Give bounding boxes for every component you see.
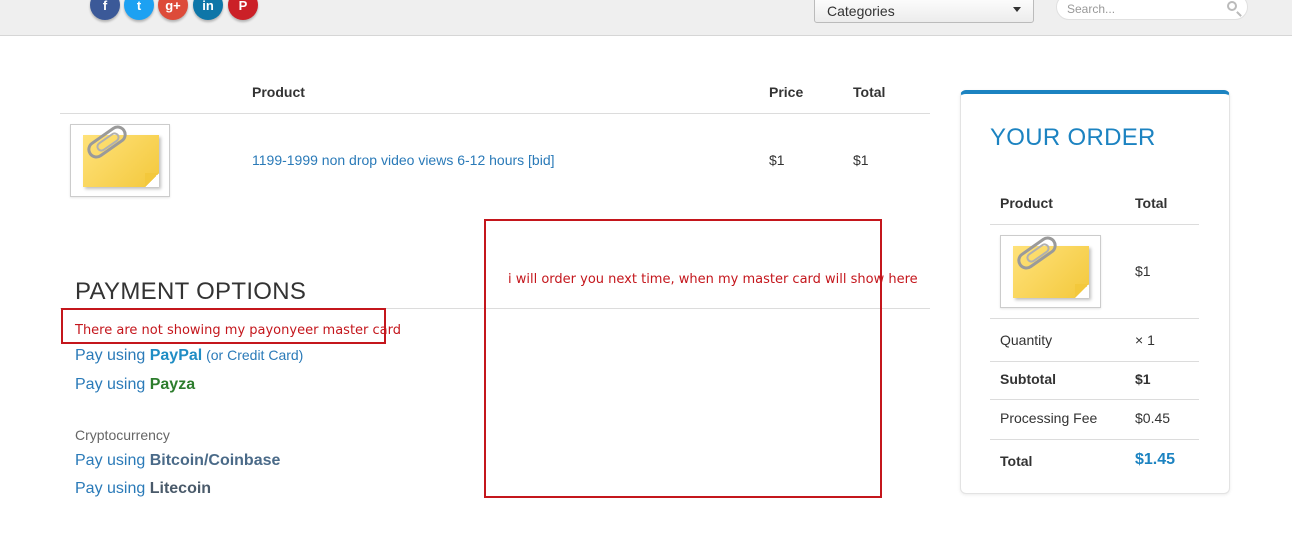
table-divider xyxy=(60,113,930,114)
order-col-total: Total xyxy=(1135,195,1168,211)
order-divider xyxy=(990,439,1199,440)
search-input[interactable]: Search... xyxy=(1056,0,1248,20)
quantity-value: × 1 xyxy=(1135,332,1155,348)
annotation-text-right: i will order you next time, when my mast… xyxy=(508,272,918,287)
credit-card-note: (or Credit Card) xyxy=(202,347,304,363)
total-label: Total xyxy=(1000,453,1033,469)
processing-fee-value: $0.45 xyxy=(1135,410,1171,426)
item-total: $1 xyxy=(853,152,869,168)
column-header-product: Product xyxy=(252,84,305,100)
chevron-down-icon xyxy=(1013,7,1021,12)
categories-dropdown[interactable]: Categories xyxy=(814,0,1034,23)
product-link[interactable]: 1199-1999 non drop video views 6-12 hour… xyxy=(252,152,555,168)
pay-litecoin-link[interactable]: Pay using Litecoin xyxy=(75,480,211,498)
pay-prefix: Pay using xyxy=(75,376,150,393)
payment-options-title: PAYMENT OPTIONS xyxy=(75,278,307,305)
column-header-price: Price xyxy=(769,84,804,100)
pay-bitcoin-link[interactable]: Pay using Bitcoin/Coinbase xyxy=(75,452,280,470)
subtotal-value: $1 xyxy=(1135,371,1151,387)
order-divider xyxy=(990,224,1199,225)
order-item-total: $1 xyxy=(1135,263,1151,279)
pay-paypal-link[interactable]: Pay using PayPal (or Credit Card) xyxy=(75,347,303,365)
subtotal-label: Subtotal xyxy=(1000,371,1056,387)
item-price: $1 xyxy=(769,152,785,168)
column-header-total: Total xyxy=(853,84,886,100)
litecoin-brand: Litecoin xyxy=(149,480,212,497)
quantity-label: Quantity xyxy=(1000,332,1053,348)
cryptocurrency-label: Cryptocurrency xyxy=(75,427,170,443)
product-thumbnail[interactable] xyxy=(70,122,170,197)
payza-brand: Payza xyxy=(149,376,196,393)
order-divider xyxy=(990,399,1199,400)
search-placeholder: Search... xyxy=(1067,2,1116,16)
categories-label: Categories xyxy=(827,3,895,19)
pay-payza-link[interactable]: Pay using Payza xyxy=(75,376,195,394)
order-col-product: Product xyxy=(1000,195,1053,211)
pay-prefix: Pay using xyxy=(75,480,150,497)
order-divider xyxy=(990,361,1199,362)
order-product-thumbnail xyxy=(1000,233,1101,308)
your-order-title: YOUR ORDER xyxy=(990,124,1156,151)
paypal-brand: PayPal xyxy=(149,347,203,364)
processing-fee-label: Processing Fee xyxy=(1000,410,1098,426)
total-value: $1.45 xyxy=(1135,451,1176,468)
bitcoin-brand: Bitcoin/Coinbase xyxy=(149,452,281,469)
pay-prefix: Pay using xyxy=(75,452,150,469)
pay-prefix: Pay using xyxy=(75,347,150,364)
annotation-box-right xyxy=(484,219,882,498)
search-icon[interactable] xyxy=(1227,1,1237,11)
order-divider xyxy=(990,318,1199,319)
annotation-text-left: There are not showing my payonyeer maste… xyxy=(75,323,401,338)
